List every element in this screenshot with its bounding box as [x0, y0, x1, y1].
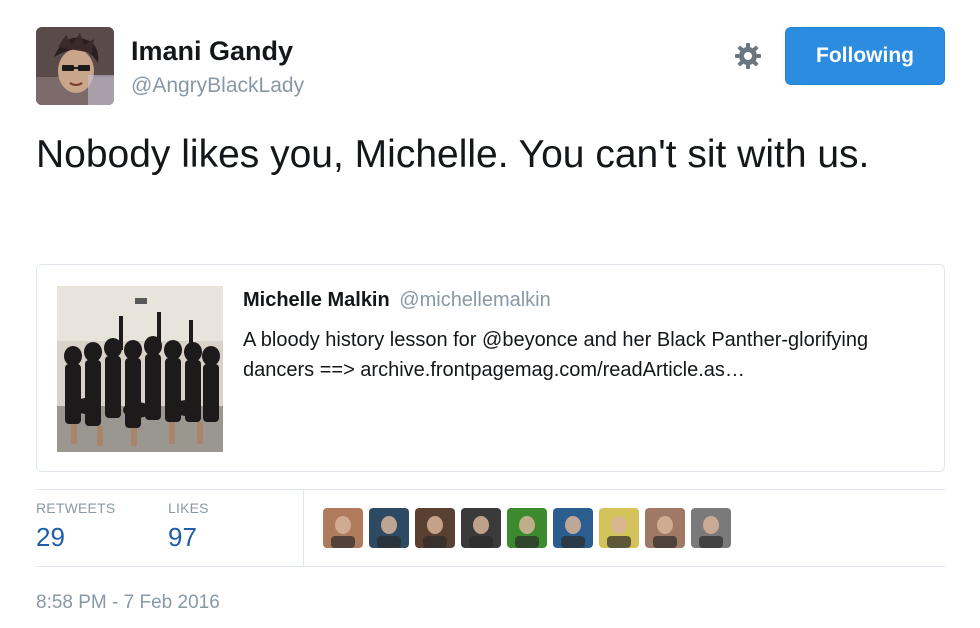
liker-avatar[interactable]	[461, 508, 501, 548]
likes-label: LIKES	[168, 500, 209, 516]
author-avatar[interactable]	[36, 27, 114, 105]
likes-stat[interactable]: LIKES 97	[168, 500, 209, 553]
quoted-tweet-image[interactable]	[57, 286, 223, 452]
liker-avatar[interactable]	[599, 508, 639, 548]
tweet-text: Nobody likes you, Michelle. You can't si…	[36, 133, 870, 176]
avatar-illustration	[36, 27, 114, 105]
author-name[interactable]: Imani Gandy	[131, 36, 293, 67]
liker-avatars	[323, 508, 731, 548]
retweets-stat[interactable]: RETWEETS 29	[36, 500, 115, 553]
gear-icon[interactable]	[732, 40, 764, 72]
liker-avatar[interactable]	[645, 508, 685, 548]
liker-avatar[interactable]	[507, 508, 547, 548]
retweets-label: RETWEETS	[36, 500, 116, 516]
quoted-tweet-author[interactable]: Michelle Malkin @michellemalkin	[243, 289, 551, 312]
retweets-count: 29	[36, 522, 65, 552]
liker-avatar[interactable]	[369, 508, 409, 548]
quoted-author-name: Michelle Malkin	[243, 289, 390, 311]
quoted-tweet-text: A bloody history lesson for @beyonce and…	[243, 329, 869, 381]
liker-avatar[interactable]	[415, 508, 455, 548]
quoted-author-handle: @michellemalkin	[399, 289, 551, 311]
liker-avatar[interactable]	[691, 508, 731, 548]
likes-count: 97	[168, 522, 197, 552]
stats-divider-bottom	[36, 566, 945, 567]
liker-avatar[interactable]	[553, 508, 593, 548]
following-button[interactable]: Following	[785, 27, 945, 85]
stats-divider-vertical	[303, 490, 304, 566]
author-handle[interactable]: @AngryBlackLady	[131, 74, 304, 98]
stats-divider-top	[36, 489, 945, 490]
quoted-tweet-card[interactable]: Michelle Malkin @michellemalkin A bloody…	[36, 264, 945, 472]
liker-avatar[interactable]	[323, 508, 363, 548]
tweet-timestamp[interactable]: 8:58 PM - 7 Feb 2016	[36, 592, 220, 614]
